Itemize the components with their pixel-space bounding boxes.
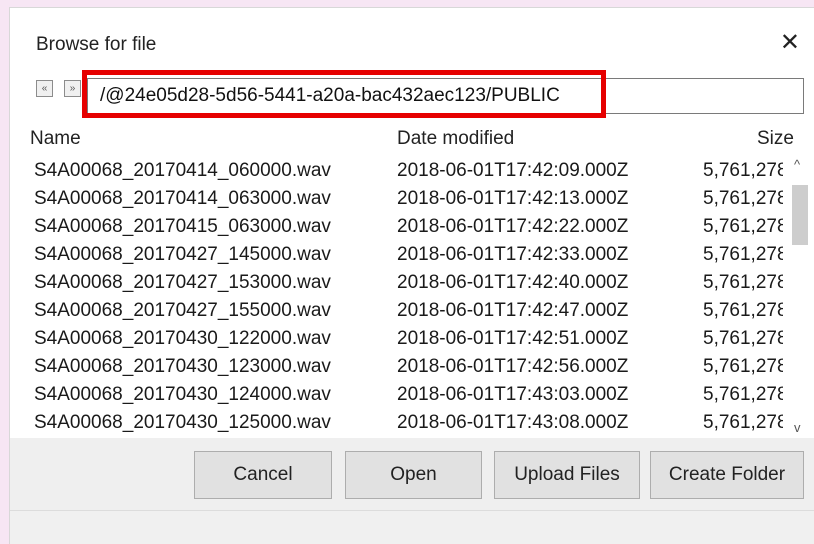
dialog-footer: Cancel Open Upload Files Create Folder	[10, 438, 814, 544]
file-size: 5,761,278	[703, 244, 783, 265]
file-size: 5,761,278	[703, 160, 783, 181]
forward-icon[interactable]: »	[64, 80, 81, 97]
table-row[interactable]: S4A00068_20170427_153000.wav 2018-06-01T…	[10, 267, 790, 295]
file-name: S4A00068_20170430_125000.wav	[34, 412, 331, 433]
path-input-value: /@24e05d28-5d56-5441-a20a-bac432aec123/P…	[100, 85, 560, 106]
path-input[interactable]: /@24e05d28-5d56-5441-a20a-bac432aec123/P…	[87, 78, 804, 114]
column-header-size[interactable]: Size	[757, 128, 794, 150]
file-name: S4A00068_20170430_124000.wav	[34, 384, 331, 405]
open-button[interactable]: Open	[345, 451, 482, 499]
vertical-scrollbar[interactable]: ^ v	[790, 155, 810, 437]
file-date: 2018-06-01T17:42:40.000Z	[397, 272, 629, 293]
scroll-thumb[interactable]	[792, 185, 808, 245]
upload-files-button[interactable]: Upload Files	[494, 451, 640, 499]
file-date: 2018-06-01T17:42:09.000Z	[397, 160, 629, 181]
file-name: S4A00068_20170427_153000.wav	[34, 272, 331, 293]
file-size: 5,761,278	[703, 188, 783, 209]
table-row[interactable]: S4A00068_20170414_060000.wav 2018-06-01T…	[10, 155, 790, 183]
dialog-title: Browse for file	[36, 34, 157, 55]
file-size: 5,761,278	[703, 412, 783, 433]
file-size: 5,761,278	[703, 216, 783, 237]
table-row[interactable]: S4A00068_20170430_125000.wav 2018-06-01T…	[10, 407, 790, 435]
status-bar	[10, 510, 814, 544]
file-date: 2018-06-01T17:42:22.000Z	[397, 216, 629, 237]
file-date: 2018-06-01T17:42:56.000Z	[397, 356, 629, 377]
file-date: 2018-06-01T17:42:13.000Z	[397, 188, 629, 209]
table-row[interactable]: S4A00068_20170430_124000.wav 2018-06-01T…	[10, 379, 790, 407]
file-name: S4A00068_20170414_063000.wav	[34, 188, 331, 209]
file-name: S4A00068_20170430_123000.wav	[34, 356, 331, 377]
file-date: 2018-06-01T17:42:47.000Z	[397, 300, 629, 321]
file-name: S4A00068_20170430_122000.wav	[34, 328, 331, 349]
file-date: 2018-06-01T17:43:03.000Z	[397, 384, 629, 405]
browse-file-dialog: Browse for file ✕ « » /@24e05d28-5d56-54…	[10, 8, 814, 544]
file-date: 2018-06-01T17:42:33.000Z	[397, 244, 629, 265]
file-name: S4A00068_20170415_063000.wav	[34, 216, 331, 237]
column-header-date[interactable]: Date modified	[397, 128, 514, 150]
file-date: 2018-06-01T17:43:08.000Z	[397, 412, 629, 433]
file-date: 2018-06-01T17:42:51.000Z	[397, 328, 629, 349]
table-row[interactable]: S4A00068_20170415_063000.wav 2018-06-01T…	[10, 211, 790, 239]
table-row[interactable]: S4A00068_20170430_123000.wav 2018-06-01T…	[10, 351, 790, 379]
table-row[interactable]: S4A00068_20170414_063000.wav 2018-06-01T…	[10, 183, 790, 211]
table-row[interactable]: S4A00068_20170427_145000.wav 2018-06-01T…	[10, 239, 790, 267]
table-row[interactable]: S4A00068_20170427_155000.wav 2018-06-01T…	[10, 295, 790, 323]
file-size: 5,761,278	[703, 356, 783, 377]
scroll-up-icon[interactable]: ^	[794, 157, 800, 172]
close-icon[interactable]: ✕	[780, 30, 800, 56]
scroll-down-icon[interactable]: v	[794, 420, 801, 435]
file-size: 5,761,278	[703, 272, 783, 293]
file-size: 5,761,278	[703, 384, 783, 405]
file-list: S4A00068_20170414_060000.wav 2018-06-01T…	[10, 155, 790, 437]
file-size: 5,761,278	[703, 328, 783, 349]
table-row[interactable]: S4A00068_20170430_122000.wav 2018-06-01T…	[10, 323, 790, 351]
cancel-button[interactable]: Cancel	[194, 451, 332, 499]
back-icon[interactable]: «	[36, 80, 53, 97]
create-folder-button[interactable]: Create Folder	[650, 451, 804, 499]
file-name: S4A00068_20170427_145000.wav	[34, 244, 331, 265]
column-header-name[interactable]: Name	[30, 128, 81, 150]
file-name: S4A00068_20170414_060000.wav	[34, 160, 331, 181]
file-size: 5,761,278	[703, 300, 783, 321]
file-name: S4A00068_20170427_155000.wav	[34, 300, 331, 321]
